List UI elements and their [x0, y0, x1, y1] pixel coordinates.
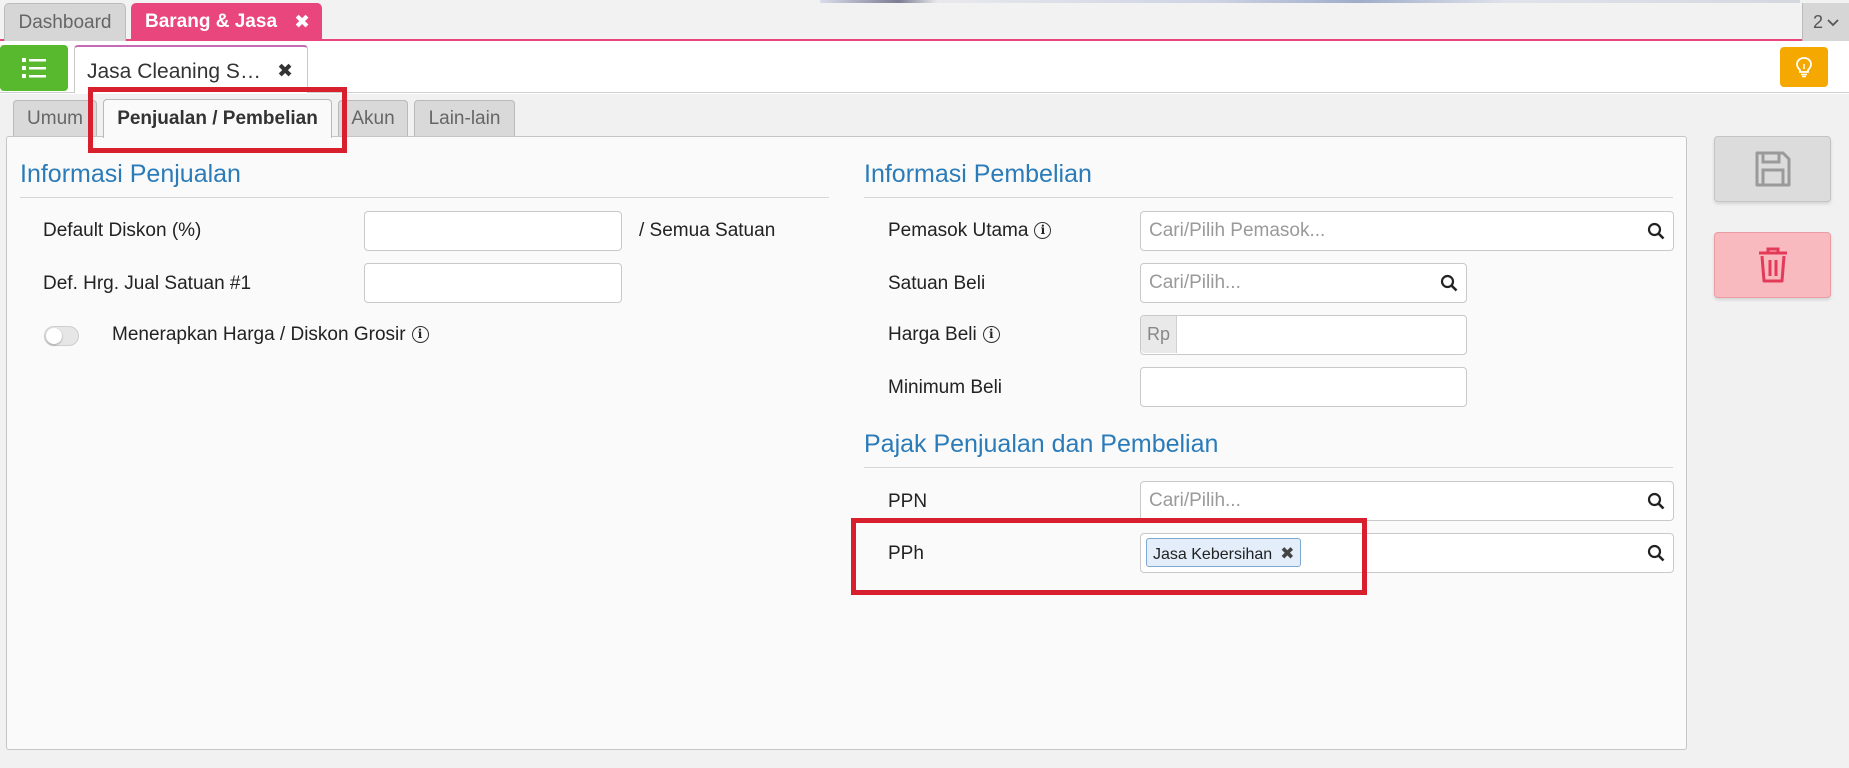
tab-lain-lain-label: Lain-lain [428, 108, 501, 129]
pemasok-placeholder: Cari/Pilih Pemasok... [1149, 220, 1326, 241]
harga-jual-label: Def. Hrg. Jual Satuan #1 [43, 273, 252, 294]
pemasok-label-wrap: Pemasok Utama i [888, 220, 1052, 242]
section-divider [864, 467, 1673, 468]
harga-beli-label-wrap: Harga Beli i [888, 324, 1000, 346]
satuan-beli-search-input[interactable]: Cari/Pilih... [1140, 263, 1467, 303]
list-icon [22, 58, 46, 78]
pemasok-label: Pemasok Utama [888, 220, 1029, 241]
document-tab[interactable]: Jasa Cleaning Se… ✖ [74, 45, 308, 93]
tips-button[interactable] [1780, 47, 1828, 87]
tab-akun-label: Akun [351, 108, 395, 129]
minimum-beli-label: Minimum Beli [888, 377, 1003, 398]
tab-lain-lain[interactable]: Lain-lain [414, 100, 515, 137]
default-diskon-input[interactable] [364, 211, 622, 251]
harga-jual-input[interactable] [364, 263, 622, 303]
chevron-down-icon [1827, 19, 1839, 27]
delete-button[interactable] [1714, 232, 1831, 298]
ppn-search-input[interactable]: Cari/Pilih... [1140, 481, 1674, 521]
list-view-button[interactable] [0, 45, 68, 91]
highlight-box [88, 87, 347, 153]
minimum-beli-input[interactable] [1140, 367, 1467, 407]
currency-prefix: Rp [1141, 316, 1177, 353]
harga-beli-input[interactable] [1140, 315, 1467, 355]
pemasok-search-input[interactable]: Cari/Pilih Pemasok... [1140, 211, 1674, 251]
tab-dashboard-label: Dashboard [18, 11, 112, 33]
tab-barang-jasa[interactable]: Barang & Jasa ✖ [131, 3, 322, 41]
section-title-penjualan: Informasi Penjualan [20, 160, 241, 188]
satuan-beli-placeholder: Cari/Pilih... [1149, 272, 1241, 293]
window-count-value: 2 [1812, 11, 1823, 32]
grosir-label: Menerapkan Harga / Diskon Grosir [112, 324, 406, 345]
semua-satuan-label: / Semua Satuan [639, 220, 776, 241]
window-count-dropdown[interactable]: 2 [1802, 3, 1849, 41]
search-icon[interactable] [1647, 492, 1665, 510]
tab-barang-jasa-label: Barang & Jasa [145, 11, 278, 32]
info-icon[interactable]: i [411, 326, 429, 343]
section-divider [864, 197, 1673, 198]
close-tab-icon[interactable]: ✖ [294, 11, 310, 34]
close-document-icon[interactable]: ✖ [277, 60, 293, 83]
section-title-pajak: Pajak Penjualan dan Pembelian [864, 430, 1219, 458]
highlight-box [851, 518, 1367, 595]
satuan-beli-label: Satuan Beli [888, 273, 986, 294]
tab-akun[interactable]: Akun [338, 100, 408, 137]
section-divider [20, 197, 829, 198]
ppn-label: PPN [888, 491, 928, 512]
tab-umum-label: Umum [27, 108, 83, 129]
tab-umum[interactable]: Umum [13, 100, 97, 137]
section-title-pembelian: Informasi Pembelian [864, 160, 1092, 188]
save-button[interactable] [1714, 136, 1831, 202]
search-icon[interactable] [1647, 222, 1665, 240]
background-decoration [820, 0, 1800, 3]
document-tab-title: Jasa Cleaning Se… [87, 60, 265, 83]
harga-beli-label: Harga Beli [888, 324, 977, 345]
ppn-placeholder: Cari/Pilih... [1149, 490, 1241, 511]
info-icon[interactable]: i [982, 326, 1000, 343]
search-icon[interactable] [1440, 274, 1458, 292]
grosir-toggle-knob [46, 328, 62, 344]
search-icon[interactable] [1647, 544, 1665, 562]
info-icon[interactable]: i [1034, 222, 1052, 239]
trash-icon [1758, 247, 1787, 283]
floppy-disk-icon [1755, 151, 1790, 187]
lightbulb-icon [1796, 57, 1812, 78]
tab-dashboard[interactable]: Dashboard [4, 3, 126, 41]
default-diskon-label: Default Diskon (%) [43, 220, 202, 241]
grosir-label-wrap: Menerapkan Harga / Diskon Grosir i [112, 324, 429, 346]
